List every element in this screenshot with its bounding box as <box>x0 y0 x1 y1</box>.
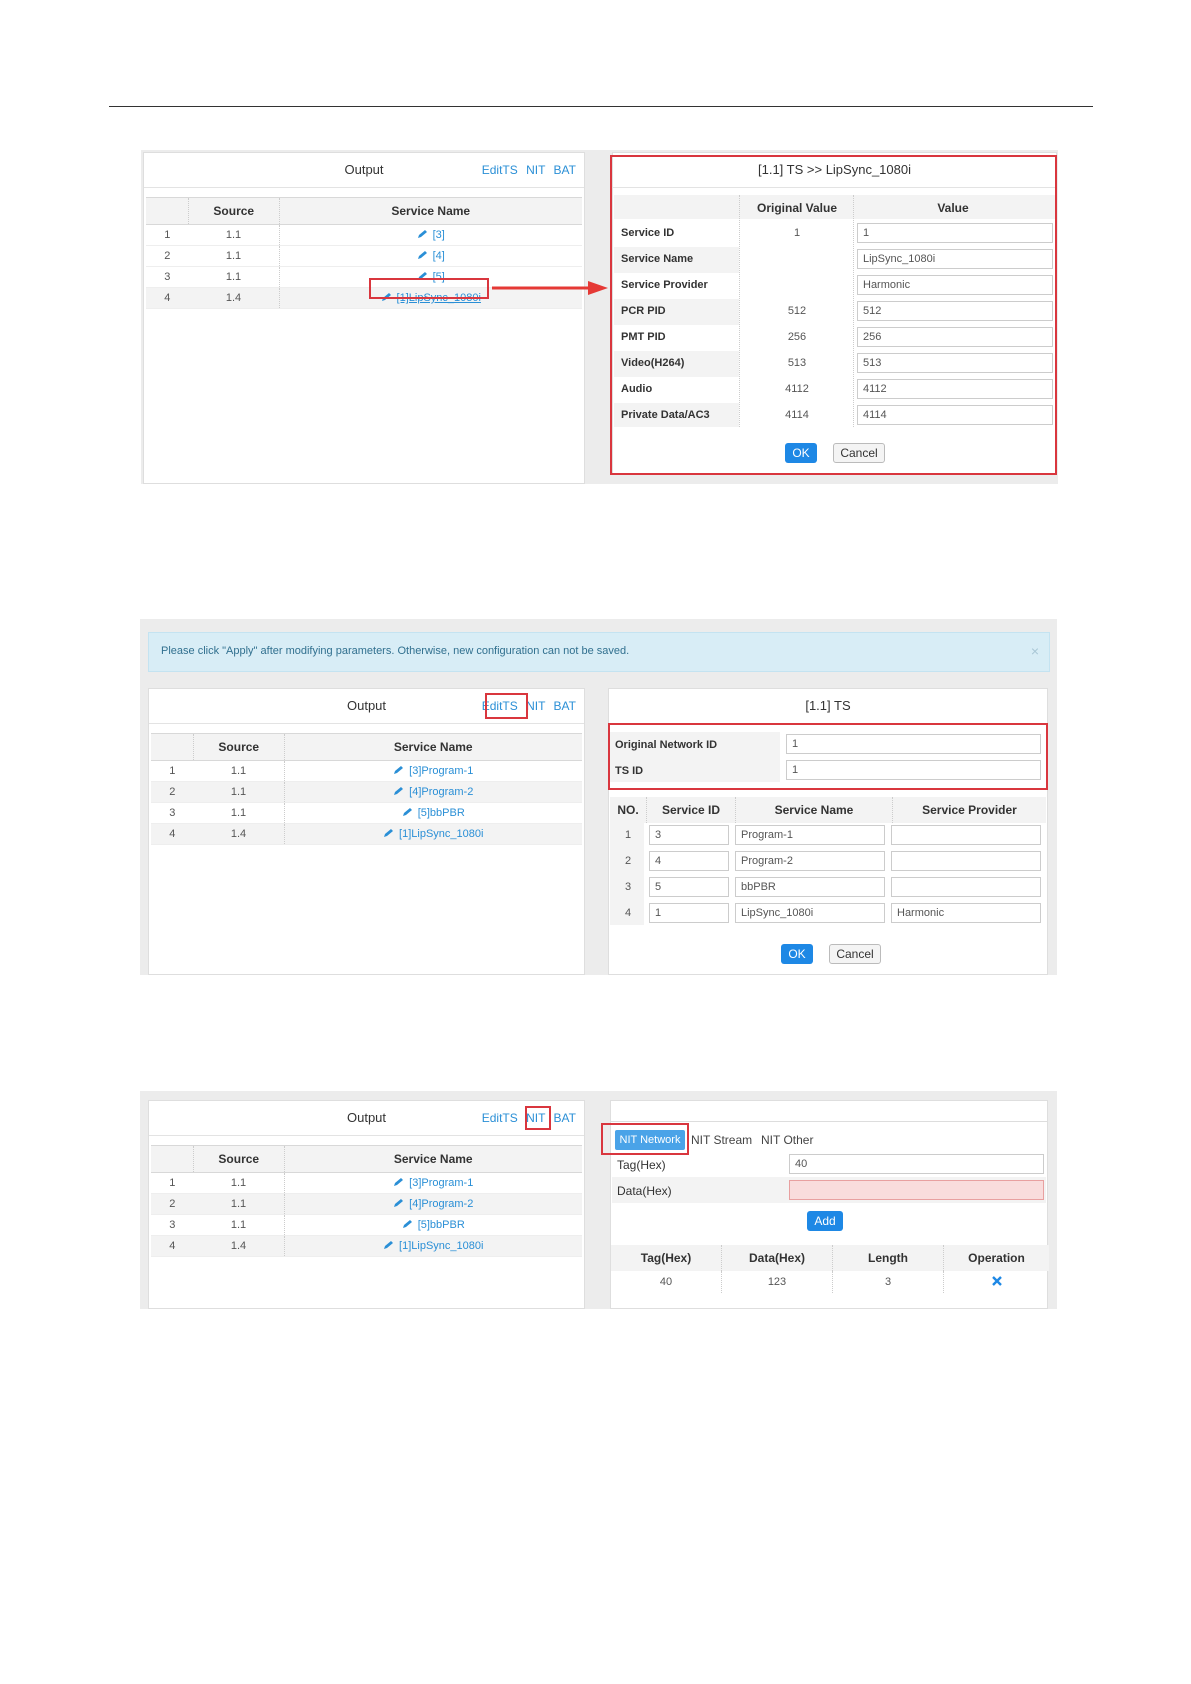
output-table: Source Service Name 1 1.1 [3]Program-1 2… <box>151 1145 582 1257</box>
service-provider-field[interactable] <box>891 851 1041 871</box>
service-name-field[interactable]: Program-1 <box>735 825 885 845</box>
table-row: 3 1.1 [5]bbPBR <box>151 802 582 824</box>
col-no: NO. <box>617 803 639 817</box>
table-row: 2 1.1 [4] <box>146 245 582 267</box>
pencil-icon <box>394 787 404 795</box>
tab-bat[interactable]: BAT <box>554 163 576 177</box>
service-provider-field[interactable] <box>891 877 1041 897</box>
pencil-icon <box>417 230 427 238</box>
output-table-header: Source Service Name <box>146 197 582 225</box>
page-rule <box>109 106 1093 107</box>
cancel-button[interactable]: Cancel <box>829 944 881 964</box>
col-source: Source <box>193 733 285 761</box>
table-row: 40 123 3 <box>611 1271 1049 1293</box>
close-icon[interactable]: × <box>1031 643 1039 659</box>
table-row: 4 1.4 [1]LipSync_1080i <box>151 1235 582 1257</box>
output-panel-2: Output EditTS NIT BAT Source Service Nam… <box>148 688 585 975</box>
col-source: Source <box>193 1145 285 1173</box>
table-row: 4 1.4 [1]LipSync_1080i <box>151 823 582 845</box>
delete-icon[interactable] <box>991 1275 1002 1286</box>
apply-alert: Please click "Apply" after modifying par… <box>148 632 1050 672</box>
highlight-nit-tab <box>525 1106 551 1130</box>
arrow-icon <box>492 281 608 295</box>
tab-nit-stream[interactable]: NIT Stream <box>691 1133 752 1147</box>
table-row: 2 1.1 [4]Program-2 <box>151 781 582 803</box>
pencil-icon <box>384 1241 394 1249</box>
service-name-field[interactable]: bbPBR <box>735 877 885 897</box>
output-table: Source Service Name 1 1.1 [3]Program-1 2… <box>151 733 582 845</box>
service-edit-link[interactable]: [3]Program-1 <box>393 765 473 777</box>
service-edit-link[interactable]: [1]LipSync_1080i <box>383 1240 483 1252</box>
service-id-field[interactable]: 5 <box>649 877 729 897</box>
tab-nit[interactable]: NIT <box>526 163 545 177</box>
highlight-editts-tab <box>485 693 528 719</box>
ok-button[interactable]: OK <box>781 944 813 964</box>
apply-alert-text: Please click "Apply" after modifying par… <box>161 645 630 657</box>
pencil-icon <box>402 808 412 816</box>
label-tag-hex: Tag(Hex) <box>617 1158 666 1172</box>
service-edit-link[interactable]: [4]Program-2 <box>393 786 473 798</box>
highlight-edit-panel <box>610 155 1057 475</box>
col-service-name: Service Name <box>284 733 582 761</box>
service-edit-link[interactable]: [5]bbPBR <box>402 1219 465 1231</box>
service-edit-link[interactable]: [4]Program-2 <box>393 1198 473 1210</box>
service-edit-link[interactable]: [3] <box>417 229 445 241</box>
output-panel-1: Output EditTS NIT BAT Source Service Nam… <box>143 152 585 484</box>
tab-editts[interactable]: EditTS <box>482 163 518 177</box>
service-edit-link[interactable]: [1]LipSync_1080i <box>383 828 483 840</box>
highlight-ts-fields <box>608 723 1048 790</box>
ts-edit-title: [1.1] TS <box>609 689 1047 724</box>
tab-bat[interactable]: BAT <box>554 1111 576 1125</box>
tag-hex-field[interactable]: 40 <box>789 1154 1044 1174</box>
col-length: Length <box>832 1245 944 1271</box>
output-tabs: EditTS NIT BAT <box>477 153 576 187</box>
service-id-field[interactable]: 4 <box>649 851 729 871</box>
tab-nit-other[interactable]: NIT Other <box>761 1133 813 1147</box>
ts-services-table: NO. Service ID Service Name Service Prov… <box>610 797 1046 823</box>
tab-bat[interactable]: BAT <box>554 699 576 713</box>
service-edit-link[interactable]: [5]bbPBR <box>402 807 465 819</box>
col-service-provider: Service Provider <box>892 797 1046 823</box>
service-name-field[interactable]: LipSync_1080i <box>735 903 885 923</box>
col-source: Source <box>188 197 280 225</box>
service-provider-field[interactable]: Harmonic <box>891 903 1041 923</box>
service-name-field[interactable]: Program-2 <box>735 851 885 871</box>
table-row: 3 1.1 [5]bbPBR <box>151 1214 582 1236</box>
col-service-id: Service ID <box>646 797 736 823</box>
table-row: 1 1.1 [3]Program-1 <box>151 760 582 782</box>
col-service-name: Service Name <box>735 797 893 823</box>
col-data-hex: Data(Hex) <box>721 1245 833 1271</box>
col-tag-hex: Tag(Hex) <box>640 1251 692 1265</box>
nit-entries-table: Tag(Hex) Data(Hex) Length Operation 40 1… <box>611 1245 1049 1293</box>
tab-editts[interactable]: EditTS <box>482 1111 518 1125</box>
pencil-icon <box>417 251 427 259</box>
highlight-nit-network-tab <box>601 1123 689 1155</box>
service-edit-link[interactable]: [3]Program-1 <box>393 1177 473 1189</box>
tab-nit[interactable]: NIT <box>526 699 545 713</box>
pencil-icon <box>394 1178 404 1186</box>
output-panel-3: Output EditTS NIT BAT Source Service Nam… <box>148 1100 585 1309</box>
table-row: 1 1.1 [3] <box>146 224 582 246</box>
highlight-service-link <box>369 278 489 299</box>
table-row: 1 1.1 [3]Program-1 <box>151 1172 582 1194</box>
pencil-icon <box>394 766 404 774</box>
col-operation: Operation <box>943 1245 1049 1271</box>
service-provider-field[interactable] <box>891 825 1041 845</box>
col-service-name: Service Name <box>279 197 582 225</box>
data-hex-field[interactable] <box>789 1180 1044 1200</box>
table-row: 2 1.1 [4]Program-2 <box>151 1193 582 1215</box>
service-id-field[interactable]: 3 <box>649 825 729 845</box>
output-table-header: Source Service Name <box>151 733 582 761</box>
col-service-name: Service Name <box>284 1145 582 1173</box>
output-table-header: Source Service Name <box>151 1145 582 1173</box>
add-button[interactable]: Add <box>807 1211 843 1231</box>
service-id-field[interactable]: 1 <box>649 903 729 923</box>
pencil-icon <box>384 829 394 837</box>
service-edit-link[interactable]: [4] <box>417 250 445 262</box>
pencil-icon <box>402 1220 412 1228</box>
label-data-hex: Data(Hex) <box>617 1184 672 1198</box>
pencil-icon <box>394 1199 404 1207</box>
